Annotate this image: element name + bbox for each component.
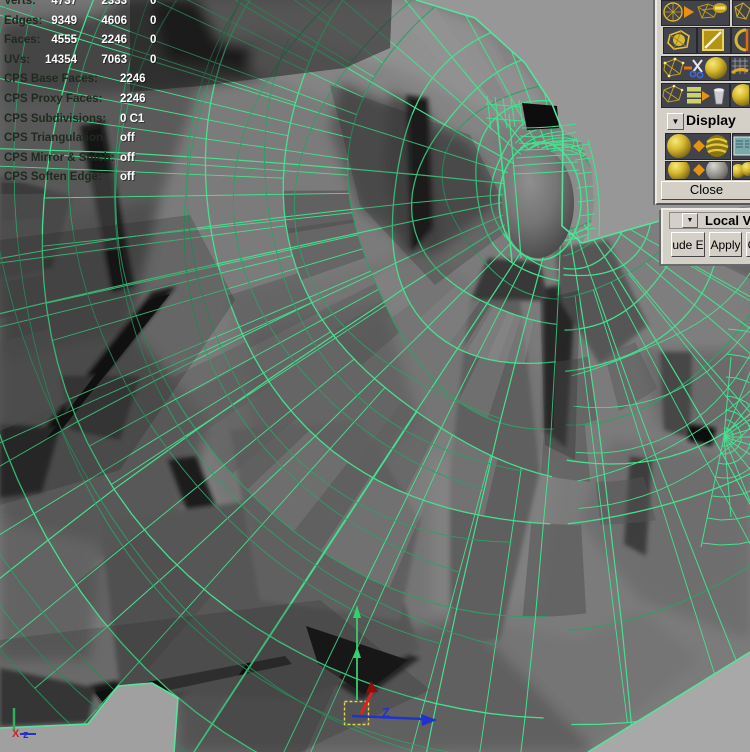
svg-text:Z: Z — [382, 705, 390, 720]
svg-text:X: X — [12, 728, 20, 740]
